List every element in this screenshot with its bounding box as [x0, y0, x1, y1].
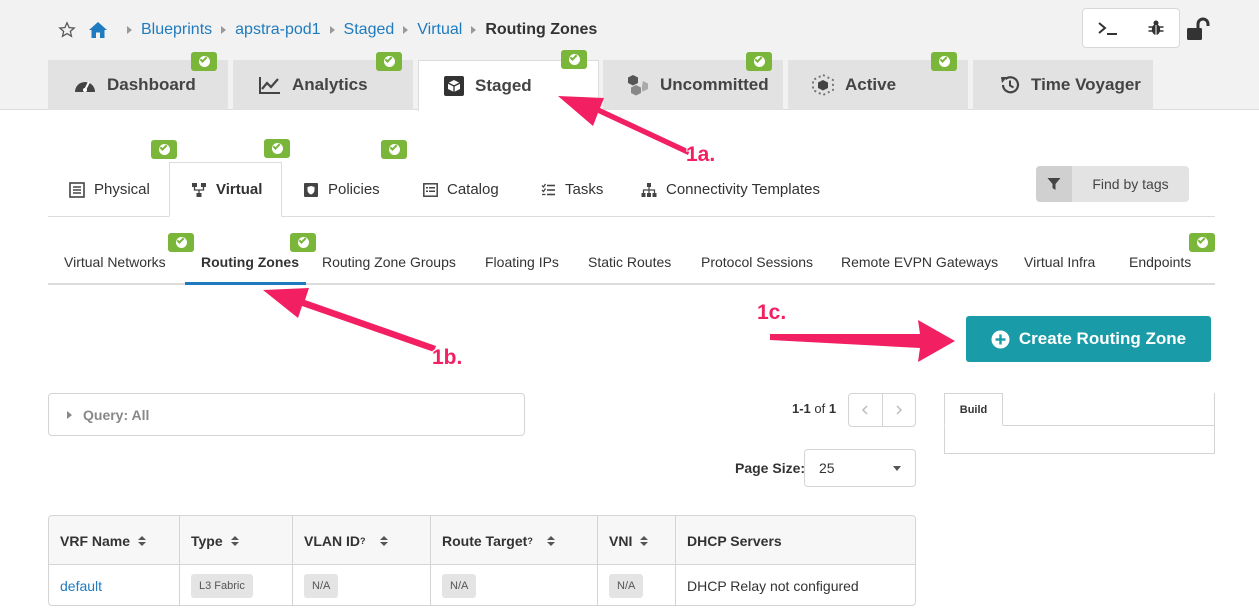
- tab-build[interactable]: Build: [944, 393, 1003, 426]
- annotation-arrow-1b: [263, 288, 436, 352]
- annotation-arrows: [263, 96, 955, 362]
- annotation-arrow-1c: [770, 320, 955, 362]
- annotation-1a: 1a.: [686, 143, 716, 166]
- annotation-1c: 1c.: [757, 301, 787, 324]
- annotation-arrow-1a: [558, 96, 690, 155]
- annotation-1b: 1b.: [432, 346, 463, 369]
